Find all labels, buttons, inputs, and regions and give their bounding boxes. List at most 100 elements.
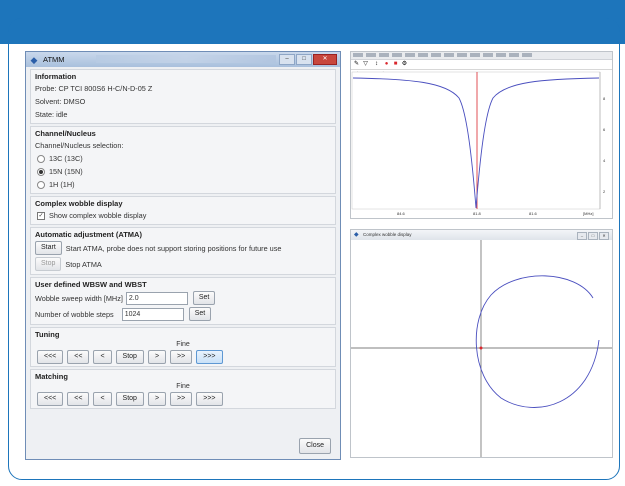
complex-plot xyxy=(351,240,612,457)
show-complex-label: Show complex wobble display xyxy=(49,211,147,220)
x-unit: [MHz] xyxy=(583,211,593,216)
tuning-buttons: <<< << < Stop > >> >>> xyxy=(37,350,331,364)
y-tick: 2 xyxy=(603,189,606,194)
complex-titlebar: ◆ Complex wobble display – □ ✕ xyxy=(351,230,612,240)
sweep-width-label: Wobble sweep width [MHz] xyxy=(35,293,123,303)
tuning-far-right-button[interactable]: >>> xyxy=(196,350,223,364)
atmm-window: ◆ ATMM – □ ✕ Information Probe: CP TCI 8… xyxy=(25,51,341,460)
arrow-icon[interactable]: ↕ xyxy=(373,61,380,68)
complex-section: Complex wobble display ✓ Show complex wob… xyxy=(30,196,336,225)
maximize-button[interactable]: □ xyxy=(296,54,312,65)
set-sweep-button[interactable]: Set xyxy=(192,291,216,305)
start-atma-text: Start ATMA, probe does not support stori… xyxy=(65,243,282,253)
plot-area xyxy=(351,71,601,210)
footer-bar: Close xyxy=(299,434,335,454)
wbsw-heading: User defined WBSW and WBST xyxy=(35,280,147,289)
radio-icon xyxy=(37,154,45,163)
information-heading: Information xyxy=(35,72,77,81)
matching-stop-button[interactable]: Stop xyxy=(115,392,144,406)
settings-icon[interactable]: ⚙ xyxy=(401,61,408,68)
matching-heading: Matching xyxy=(35,372,68,381)
y-tick: 6 xyxy=(603,127,606,132)
radio-icon xyxy=(37,180,45,189)
start-atma-button[interactable]: Start xyxy=(35,241,62,255)
solvent-text: Solvent: DMSO xyxy=(35,97,86,106)
radio-15n[interactable]: 15N (15N) xyxy=(35,165,331,178)
tuning-section: Tuning Fine <<< << < Stop > >> >>> xyxy=(30,327,336,367)
matching-left2-button[interactable]: << xyxy=(67,392,90,406)
card-header xyxy=(8,18,620,44)
radio-13c[interactable]: 13C (13C) xyxy=(35,152,331,165)
tuning-right-button[interactable]: > xyxy=(147,350,167,364)
tuning-far-left-button[interactable]: <<< xyxy=(37,350,64,364)
radio-selected-icon xyxy=(37,167,45,176)
checkbox-checked-icon: ✓ xyxy=(37,211,45,220)
app-icon: ◆ xyxy=(354,232,359,238)
complex-wobble-curve xyxy=(475,275,600,408)
show-complex-checkbox[interactable]: ✓ Show complex wobble display xyxy=(35,209,331,222)
radio-13c-label: 13C (13C) xyxy=(49,154,83,163)
window-controls: – □ ✕ xyxy=(577,232,609,240)
tuning-fine-label: Fine xyxy=(176,341,190,348)
close-window-button[interactable]: ✕ xyxy=(599,232,609,240)
minimize-button[interactable]: – xyxy=(577,232,587,240)
window-title: ATMM xyxy=(43,55,65,64)
close-button[interactable]: Close xyxy=(299,438,331,454)
stop-atma-button[interactable]: Stop xyxy=(35,257,62,271)
matching-buttons: <<< << < Stop > >> >>> xyxy=(37,392,331,406)
matching-section: Matching Fine <<< << < Stop > >> >>> xyxy=(30,369,336,409)
wobble-steps-label: Number of wobble steps xyxy=(35,309,114,319)
wobble-steps-input[interactable]: 1024 xyxy=(121,307,184,321)
radio-1h[interactable]: 1H (1H) xyxy=(35,178,331,191)
minimize-button[interactable]: – xyxy=(279,54,295,65)
x-tick: 81.6 xyxy=(529,211,538,216)
sweep-width-input[interactable]: 2.0 xyxy=(125,291,188,305)
y-tick: 8 xyxy=(603,96,606,101)
state-text: State: idle xyxy=(35,110,68,119)
window-controls: – □ ✕ xyxy=(279,54,337,65)
title-bar-decoration xyxy=(96,55,276,63)
channel-selection-label: Channel/Nucleus selection: xyxy=(35,141,124,150)
wobble-curve-window: ✎ ▽ ↕ ● ■ ⚙ wj 1 + 0 Dataview Normalized… xyxy=(350,51,613,219)
maximize-button[interactable]: □ xyxy=(588,232,598,240)
atma-section: Automatic adjustment (ATMA) Start Start A… xyxy=(30,227,336,275)
tuning-left-button[interactable]: < xyxy=(93,350,112,364)
matching-left-button[interactable]: < xyxy=(93,392,112,406)
information-section: Information Probe: CP TCI 800S6 H-C/N-D-… xyxy=(30,69,336,124)
tuning-left2-button[interactable]: << xyxy=(67,350,90,364)
origin-marker xyxy=(479,346,483,350)
matching-far-right-button[interactable]: >>> xyxy=(196,392,223,406)
wbsw-section: User defined WBSW and WBST Wobble sweep … xyxy=(30,277,336,325)
menu-bar xyxy=(351,52,612,60)
app-icon: ◆ xyxy=(30,54,38,65)
radio-15n-label: 15N (15N) xyxy=(49,167,83,176)
x-tick: 84.6 xyxy=(397,211,406,216)
menu-items[interactable] xyxy=(353,53,533,57)
complex-wobble-window: ◆ Complex wobble display – □ ✕ xyxy=(350,229,613,458)
pen-icon[interactable]: ✎ xyxy=(353,61,360,68)
stop-atma-text: Stop ATMA xyxy=(65,259,102,269)
record-icon[interactable]: ● xyxy=(383,61,390,68)
wobble-curve-plot: 8 6 4 2 84.6 81.8 81.6 [MHz] xyxy=(351,71,606,216)
y-tick: 4 xyxy=(603,158,606,163)
channel-section: Channel/Nucleus Channel/Nucleus selectio… xyxy=(30,126,336,194)
channel-heading: Channel/Nucleus xyxy=(35,129,96,138)
complex-heading: Complex wobble display xyxy=(35,199,123,208)
close-window-button[interactable]: ✕ xyxy=(313,54,337,65)
stop-icon[interactable]: ■ xyxy=(392,61,399,68)
tuning-stop-button[interactable]: Stop xyxy=(115,350,144,364)
matching-right-button[interactable]: > xyxy=(147,392,167,406)
tuning-heading: Tuning xyxy=(35,330,60,339)
atma-heading: Automatic adjustment (ATMA) xyxy=(35,230,142,239)
matching-fine-label: Fine xyxy=(176,383,190,390)
matching-right2-button[interactable]: >> xyxy=(170,392,193,406)
complex-window-title: Complex wobble display xyxy=(363,232,412,237)
zoom-icon[interactable]: ▽ xyxy=(362,61,369,68)
set-steps-button[interactable]: Set xyxy=(188,307,212,321)
probe-text: Probe: CP TCI 800S6 H-C/N-D-05 Z xyxy=(35,84,153,93)
x-tick: 81.8 xyxy=(473,211,482,216)
tuning-right2-button[interactable]: >> xyxy=(170,350,193,364)
atmm-titlebar: ◆ ATMM – □ ✕ xyxy=(26,52,340,67)
matching-far-left-button[interactable]: <<< xyxy=(37,392,64,406)
radio-1h-label: 1H (1H) xyxy=(49,180,75,189)
